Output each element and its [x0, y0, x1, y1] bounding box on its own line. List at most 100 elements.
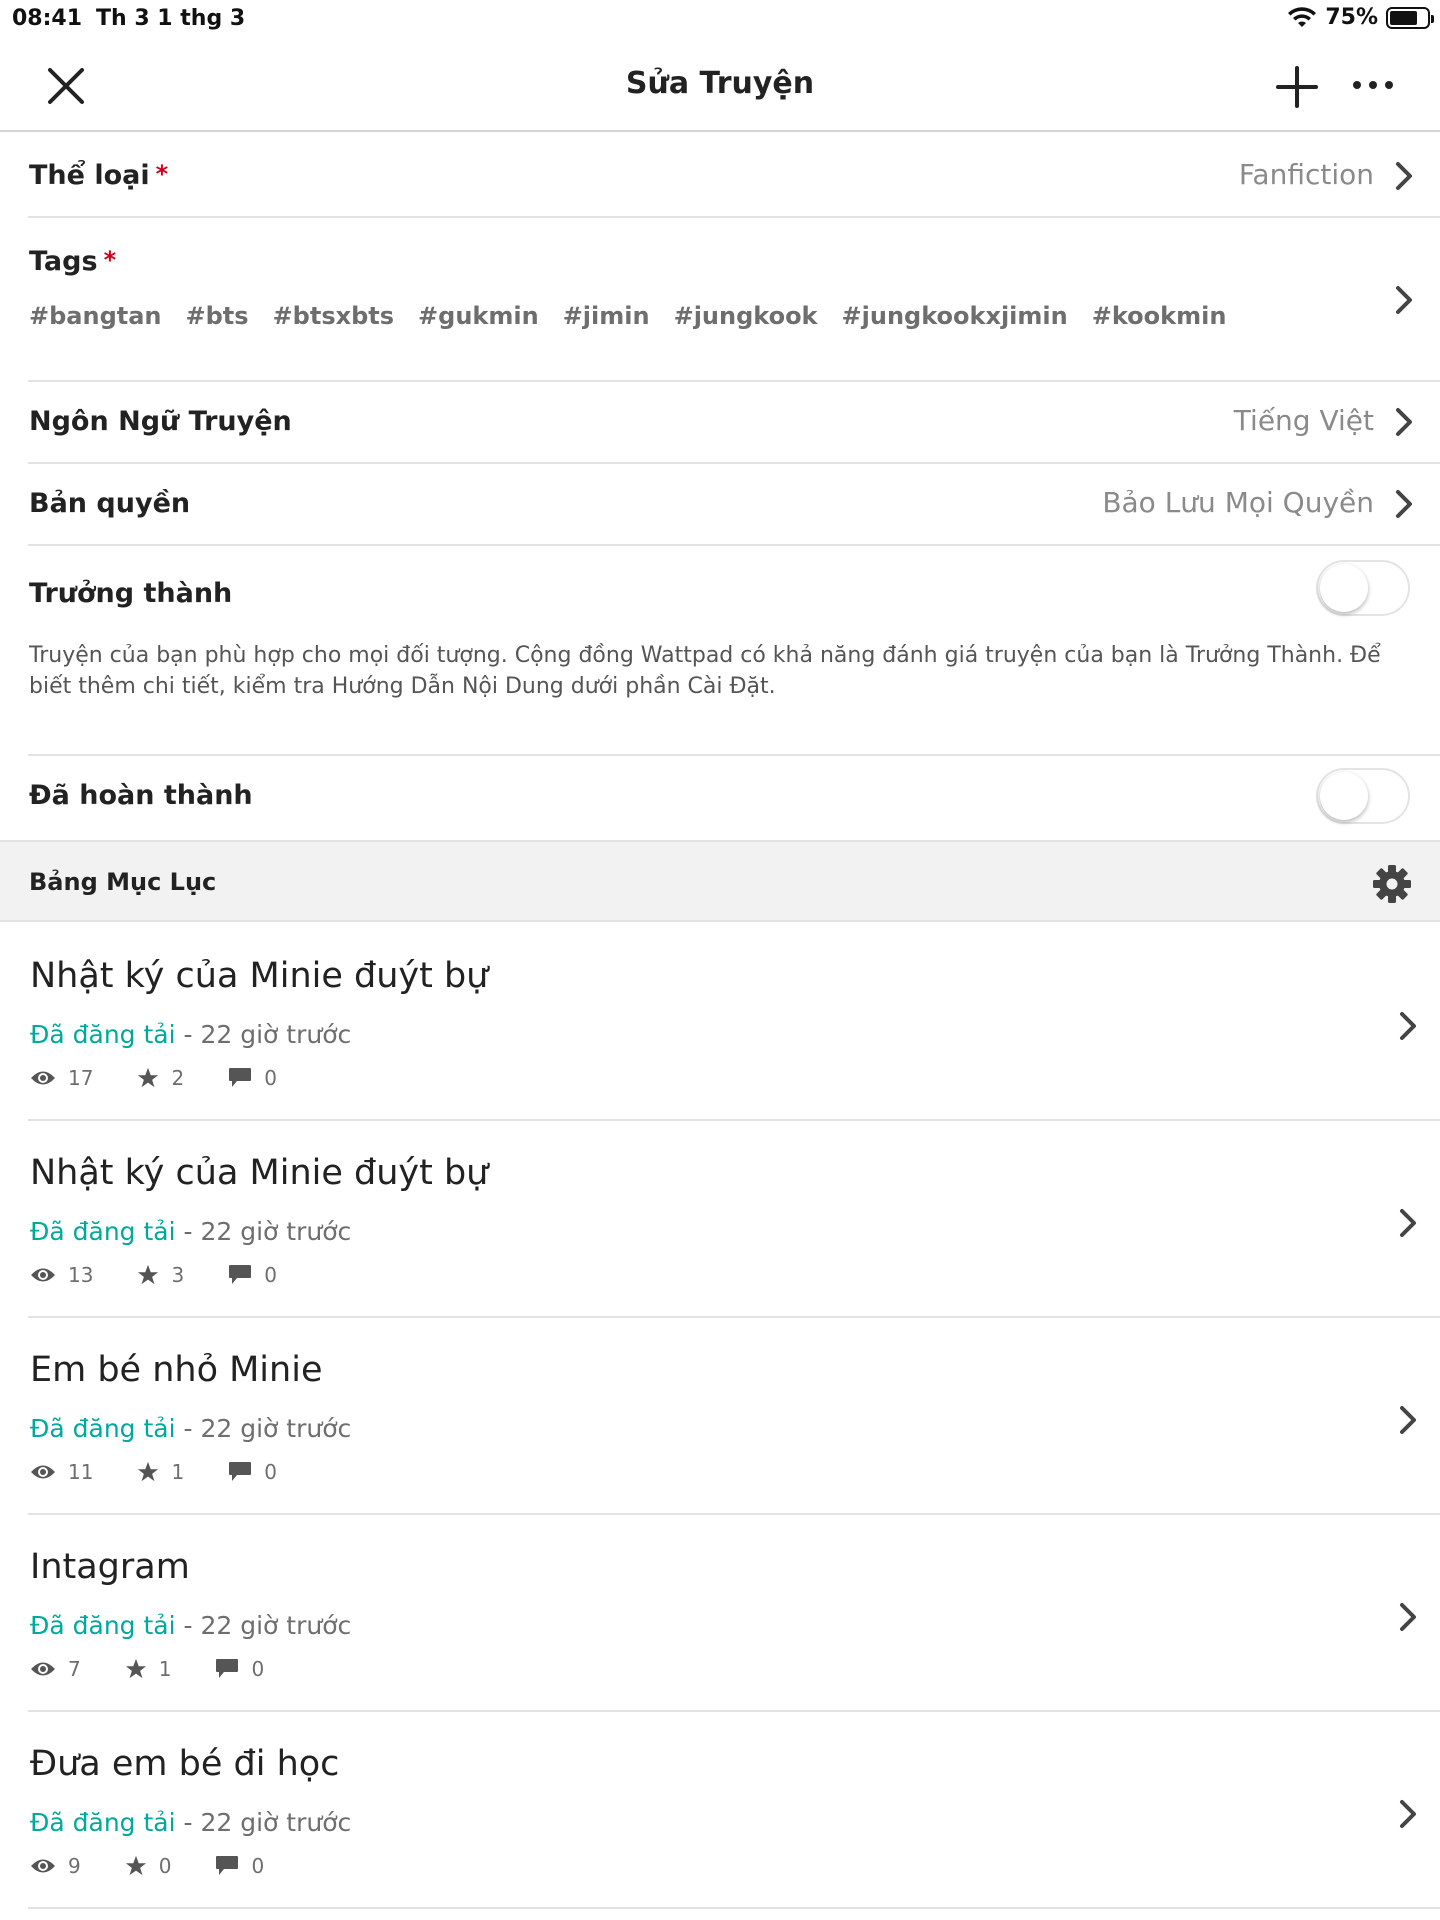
language-label: Ngôn Ngữ Truyện [29, 406, 292, 437]
chevron-right-icon [1400, 1209, 1416, 1237]
views-count: 11 [68, 1460, 94, 1484]
genre-label: Thể loại * [29, 160, 168, 191]
comment-icon [216, 1856, 239, 1875]
comments-count: 0 [264, 1263, 277, 1287]
plus-icon[interactable] [1274, 64, 1320, 110]
eye-icon [31, 1662, 55, 1676]
published-label: Đã đăng tải [30, 1414, 176, 1443]
part-stats: 17 2 0 [30, 1066, 321, 1090]
tag-item: #jungkook [673, 302, 818, 330]
views-count: 13 [68, 1263, 94, 1287]
part-title: Nhật ký của Minie đuýt bự [30, 956, 489, 996]
votes-count: 1 [158, 1657, 172, 1681]
views-count: 9 [68, 1854, 81, 1878]
votes-stat: 0 [125, 1854, 171, 1878]
views-stat: 17 [30, 1066, 93, 1090]
required-mark: * [155, 160, 169, 188]
chevron-right-icon [1400, 1406, 1416, 1434]
views-stat: 13 [30, 1263, 93, 1287]
genre-value: Fanfiction [1238, 158, 1374, 191]
status-right: 75% [1287, 5, 1434, 30]
published-label: Đã đăng tải [30, 1808, 176, 1837]
required-mark: * [103, 246, 117, 274]
comments-count: 0 [264, 1460, 277, 1484]
tag-item: #gukmin [418, 302, 539, 330]
completed-label: Đã hoàn thành [29, 780, 253, 811]
tag-item: #bangtan [29, 302, 162, 330]
battery-fill [1390, 10, 1417, 25]
chevron-right-icon [1396, 408, 1412, 436]
eye-icon [31, 1071, 55, 1085]
chevron-right-icon [1396, 286, 1412, 314]
part-item[interactable]: Nhật ký của Minie đuýt bự Đã đăng tải - … [28, 1121, 1440, 1318]
page-title: Sửa Truyện [625, 66, 815, 101]
battery-icon [1386, 6, 1434, 29]
comment-icon [216, 1659, 239, 1678]
votes-count: 3 [171, 1263, 185, 1287]
mature-description: Truyện của bạn phù hợp cho mọi đối tượng… [29, 643, 1381, 699]
genre-label-text: Thể loại [29, 160, 150, 191]
star-icon [138, 1461, 159, 1482]
part-item[interactable]: Đưa em bé đi học Đã đăng tải - 22 giờ tr… [28, 1712, 1440, 1909]
chevron-right-icon [1396, 490, 1412, 518]
comments-stat: 0 [228, 1263, 277, 1287]
close-icon[interactable] [44, 64, 88, 108]
status-bar: 08:41 Th 3 1 thg 3 75% [0, 0, 1440, 40]
votes-stat: 1 [137, 1460, 184, 1484]
tags-list: #bangtan #bts #btsxbts #gukmin #jimin #j… [29, 302, 1226, 330]
views-count: 7 [68, 1657, 81, 1681]
copyright-value: Bảo Lưu Mọi Quyền [1102, 486, 1374, 519]
tags-row[interactable]: Tags * #bangtan #bts #btsxbts #gukmin #ji… [28, 218, 1440, 382]
star-icon [125, 1658, 146, 1679]
gear-icon[interactable] [1372, 864, 1412, 904]
comments-stat: 0 [228, 1066, 277, 1090]
comments-stat: 0 [228, 1460, 277, 1484]
part-stats: 13 3 0 [30, 1263, 321, 1287]
published-label: Đã đăng tải [30, 1020, 176, 1049]
part-item[interactable]: Em bé nhỏ Minie Đã đăng tải - 22 giờ trư… [28, 1318, 1440, 1515]
wifi-icon [1288, 6, 1317, 27]
eye-icon [31, 1859, 55, 1873]
part-status: Đã đăng tải - 22 giờ trước [30, 1808, 351, 1837]
votes-stat: 1 [125, 1657, 172, 1681]
genre-row[interactable]: Thể loại * Fanfiction [28, 134, 1440, 218]
tag-item: #btsxbts [272, 302, 395, 330]
part-item[interactable]: Nhật ký của Minie đuýt bự Đã đăng tải - … [28, 924, 1440, 1121]
votes-count: 2 [171, 1066, 185, 1090]
published-time: - 22 giờ trước [175, 1808, 352, 1837]
toggle-knob [1320, 772, 1368, 820]
toc-title: Bảng Mục Lục [29, 868, 217, 896]
published-time: - 22 giờ trước [175, 1414, 352, 1443]
comment-icon [229, 1068, 252, 1087]
language-row[interactable]: Ngôn Ngữ Truyện Tiếng Việt [28, 382, 1440, 464]
published-time: - 22 giờ trước [175, 1020, 352, 1049]
part-stats: 9 0 0 [30, 1854, 308, 1878]
part-title: Nhật ký của Minie đuýt bự [30, 1153, 489, 1193]
star-icon [138, 1264, 159, 1285]
chevron-right-icon [1400, 1603, 1416, 1631]
comment-icon [229, 1462, 252, 1481]
toggle-knob [1320, 564, 1368, 612]
mature-label: Trưởng thành [29, 578, 233, 609]
eye-icon [31, 1268, 55, 1282]
tag-item: #jimin [562, 302, 650, 330]
more-icon[interactable] [1350, 70, 1396, 100]
chevron-right-icon [1396, 162, 1412, 190]
tag-item: #jungkookxjimin [841, 302, 1068, 330]
tags-label: Tags * [29, 246, 116, 277]
part-status: Đã đăng tải - 22 giờ trước [30, 1020, 351, 1049]
toc-header: Bảng Mục Lục [0, 840, 1440, 922]
votes-stat: 2 [137, 1066, 184, 1090]
published-time: - 22 giờ trước [175, 1611, 352, 1640]
star-icon [125, 1855, 146, 1876]
language-value: Tiếng Việt [1233, 404, 1374, 437]
completed-toggle[interactable] [1316, 768, 1410, 824]
battery-percent: 75% [1325, 5, 1378, 30]
mature-toggle[interactable] [1316, 560, 1410, 616]
nav-bar: Sửa Truyện [0, 40, 1440, 132]
copyright-row[interactable]: Bản quyền Bảo Lưu Mọi Quyền [28, 464, 1440, 546]
part-title: Intagram [30, 1547, 190, 1587]
status-date: Th 3 1 thg 3 [96, 6, 246, 31]
votes-count: 1 [171, 1460, 185, 1484]
part-item[interactable]: Intagram Đã đăng tải - 22 giờ trước 7 1 … [28, 1515, 1440, 1712]
